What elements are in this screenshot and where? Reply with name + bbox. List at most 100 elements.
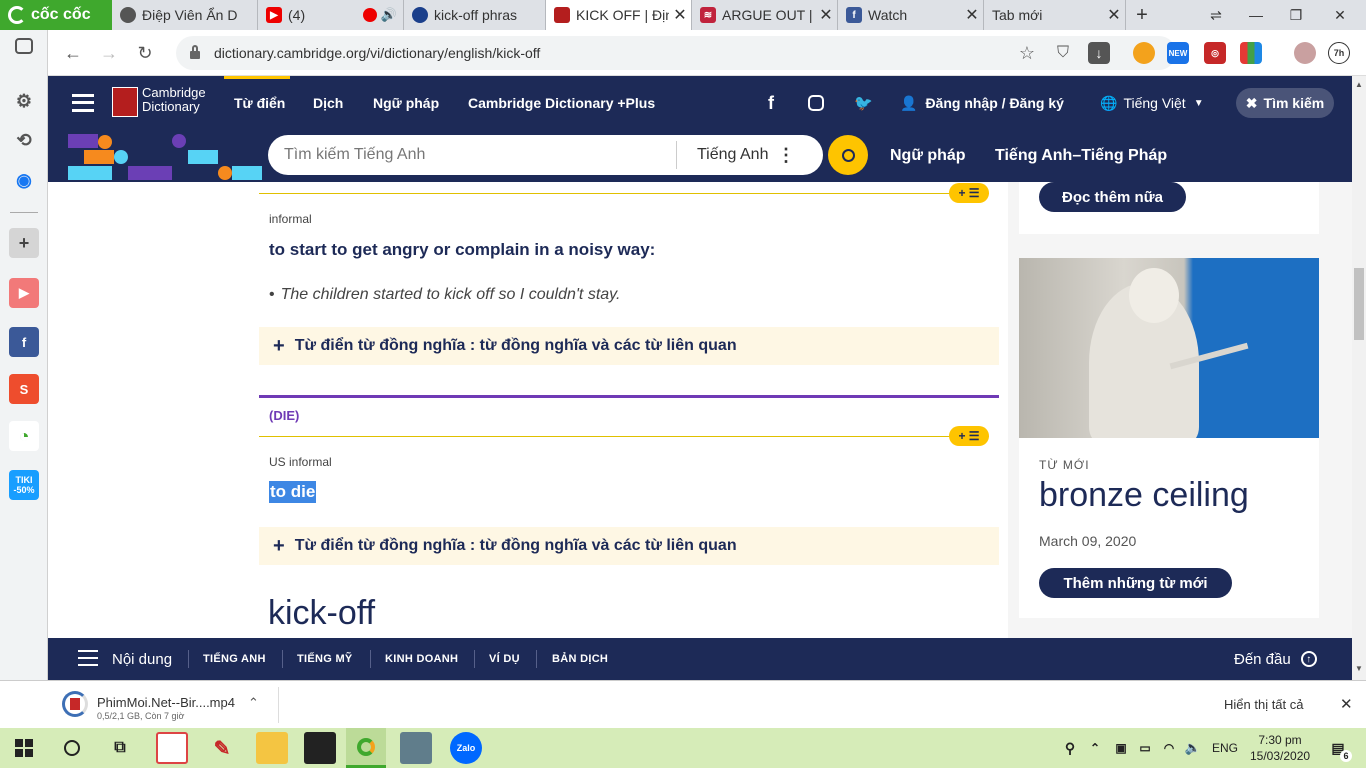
search-submit-button[interactable] xyxy=(828,135,868,175)
tab-6[interactable]: Tab mới ✕ xyxy=(984,0,1126,30)
history-icon[interactable]: ⟲ xyxy=(9,125,39,155)
download-icon[interactable]: ↓ xyxy=(1088,42,1110,64)
bottom-tab-business[interactable]: KINH DOANH xyxy=(385,638,458,680)
twitter-icon[interactable]: 🐦 xyxy=(854,76,873,130)
more-options-icon[interactable]: ⋮ xyxy=(777,145,795,166)
tab-1[interactable]: ▶ (4) 🔊 xyxy=(258,0,404,30)
zalo-icon[interactable]: Zalo xyxy=(450,732,482,764)
task-view-icon[interactable]: ⧉ xyxy=(104,732,136,764)
shopee-app-icon[interactable]: S xyxy=(9,374,39,404)
add-app-icon[interactable]: + xyxy=(9,228,39,258)
page-scrollbar[interactable]: ▲ ▼ xyxy=(1352,76,1366,680)
media-app-icon[interactable] xyxy=(400,732,432,764)
youtube-app-icon[interactable]: ▶ xyxy=(9,278,39,308)
read-more-button[interactable]: Đọc thêm nữa xyxy=(1039,182,1186,212)
bookmark-star-icon[interactable]: ☆ xyxy=(1012,38,1042,68)
forward-arrow-icon[interactable]: → xyxy=(94,38,124,68)
tab-0[interactable]: Điệp Viên Ẩn D xyxy=(112,0,258,30)
red-extension-icon[interactable]: ◎ xyxy=(1204,42,1226,64)
tab-5[interactable]: f Watch ✕ xyxy=(838,0,984,30)
hamburger-menu-icon[interactable] xyxy=(72,94,94,112)
file-explorer-icon[interactable] xyxy=(256,732,288,764)
new-badge-extension-icon[interactable]: NEW xyxy=(1167,42,1189,64)
tab-close-icon[interactable]: ✕ xyxy=(815,5,837,25)
bottom-tab-translations[interactable]: BẢN DỊCH xyxy=(552,638,608,680)
battery-icon[interactable]: ▭ xyxy=(1134,732,1156,764)
contents-menu-icon[interactable] xyxy=(78,650,98,666)
sticky-notes-icon[interactable] xyxy=(304,732,336,764)
gear-icon[interactable]: ⚙ xyxy=(9,86,39,116)
coccoc-extension-icon[interactable] xyxy=(1133,42,1155,64)
sub-link-english-french[interactable]: Tiếng Anh–Tiếng Pháp xyxy=(995,130,1167,182)
coccoc-app-icon[interactable]: ◔ xyxy=(9,421,39,451)
search-input[interactable]: Tìm kiếm Tiếng Anh Tiếng Anh ⋮ xyxy=(268,135,823,175)
clock[interactable]: 7:30 pm 15/03/2020 xyxy=(1250,732,1310,764)
wifi-icon[interactable]: ◠ xyxy=(1158,732,1180,764)
contents-label[interactable]: Nội dung xyxy=(112,638,172,680)
download-filename[interactable]: PhimMoi.Net--Bir....mp4 xyxy=(97,695,235,710)
shield-icon[interactable]: ⛉ xyxy=(1048,38,1078,68)
profile-avatar[interactable] xyxy=(1294,42,1316,64)
language-selector[interactable]: 🌐 Tiếng Việt ▼ xyxy=(1100,76,1204,130)
show-all-downloads[interactable]: Hiển thị tất cả xyxy=(1224,697,1304,712)
facebook-icon[interactable]: f xyxy=(768,76,774,130)
nav-ngu-phap[interactable]: Ngữ pháp xyxy=(373,76,439,130)
cambridge-logo[interactable]: Cambridge Dictionary xyxy=(142,86,206,114)
scroll-down-icon[interactable]: ▼ xyxy=(1355,664,1363,673)
login-link[interactable]: 👤 Đăng nhập / Đăng ký xyxy=(900,76,1064,130)
tab-3-active[interactable]: KICK OFF | Địn ✕ xyxy=(546,0,692,30)
bottom-tab-examples[interactable]: VÍ DỤ xyxy=(489,638,520,680)
grid-extension-icon[interactable] xyxy=(1240,42,1262,64)
add-to-list-button[interactable]: + ☰ xyxy=(949,183,989,203)
thesaurus-expander[interactable]: + Từ điển từ đồng nghĩa : từ đồng nghĩa … xyxy=(259,327,999,365)
nav-dictionary-plus[interactable]: Cambridge Dictionary +Plus xyxy=(468,76,655,130)
add-to-list-button[interactable]: + ☰ xyxy=(949,426,989,446)
tiki-app-icon[interactable]: TIKI -50% xyxy=(9,470,39,500)
bottom-tab-american[interactable]: TIẾNG MỸ xyxy=(297,638,353,680)
volume-icon[interactable]: 🔈 xyxy=(1182,732,1204,764)
scrollbar-thumb[interactable] xyxy=(1354,268,1364,340)
tray-app-icon[interactable]: ▣ xyxy=(1110,732,1132,764)
tray-chevron-icon[interactable]: ⌃ xyxy=(1084,732,1106,764)
close-window-button[interactable]: ✕ xyxy=(1320,0,1360,30)
reload-icon[interactable]: ↻ xyxy=(130,38,160,68)
audio-playing-icon[interactable]: 🔊 xyxy=(381,7,397,23)
tab-close-icon[interactable]: ✕ xyxy=(669,5,691,25)
thesaurus-expander[interactable]: + Từ điển từ đồng nghĩa : từ đồng nghĩa … xyxy=(259,527,999,565)
nav-tu-dien[interactable]: Từ điển xyxy=(234,76,285,130)
input-language[interactable]: ENG xyxy=(1212,741,1238,755)
notifications-icon[interactable]: ▤ 6 xyxy=(1322,732,1354,764)
back-arrow-icon[interactable]: ← xyxy=(58,38,88,68)
facebook-app-icon[interactable]: f xyxy=(9,327,39,357)
nav-dich[interactable]: Dịch xyxy=(313,76,343,130)
minimize-button[interactable]: — xyxy=(1236,0,1276,30)
bottom-tab-english[interactable]: TIẾNG ANH xyxy=(203,638,266,680)
tab-close-icon[interactable]: ✕ xyxy=(961,5,983,25)
instagram-icon[interactable] xyxy=(808,76,824,130)
close-search-button[interactable]: ✖ Tìm kiếm xyxy=(1236,88,1334,118)
coccoc-logo[interactable]: cốc cốc xyxy=(0,0,112,30)
back-to-top-link[interactable]: Đến đầu ↑ xyxy=(1234,638,1317,680)
calendar-app-icon[interactable] xyxy=(156,732,188,764)
new-tab-button[interactable]: + xyxy=(1122,0,1162,30)
avatar-badge[interactable]: 7h xyxy=(1328,42,1350,64)
new-word-link[interactable]: bronze ceiling xyxy=(1039,476,1249,515)
tab-search-icon[interactable]: ⇌ xyxy=(1196,0,1236,30)
sidebar-toggle-icon[interactable] xyxy=(15,38,33,54)
people-icon[interactable]: ⚲ xyxy=(1054,732,1086,764)
search-circle-icon[interactable] xyxy=(56,732,88,764)
close-shelf-icon[interactable]: ✕ xyxy=(1340,695,1353,713)
tab-4[interactable]: ≋ ARGUE OUT | ✕ xyxy=(692,0,838,30)
chevron-up-icon[interactable]: ⌃ xyxy=(248,695,259,711)
messenger-icon[interactable]: ◉ xyxy=(9,165,39,195)
more-new-words-button[interactable]: Thêm những từ mới xyxy=(1039,568,1232,598)
scroll-up-icon[interactable]: ▲ xyxy=(1355,80,1363,89)
windows-taskbar: ⧉ ✎ Zalo ⚲ ⌃ ▣ ▭ ◠ 🔈 ENG 7:30 pm 15/03/2… xyxy=(0,728,1366,768)
maximize-button[interactable]: ❐ xyxy=(1276,0,1316,30)
tab-2[interactable]: kick-off phras xyxy=(404,0,546,30)
windows-start-icon[interactable] xyxy=(8,732,40,764)
sub-link-grammar[interactable]: Ngữ pháp xyxy=(890,130,966,182)
paint-app-icon[interactable]: ✎ xyxy=(206,732,238,764)
search-language-select[interactable]: Tiếng Anh xyxy=(677,146,777,164)
coccoc-taskbar-icon[interactable] xyxy=(346,728,386,768)
